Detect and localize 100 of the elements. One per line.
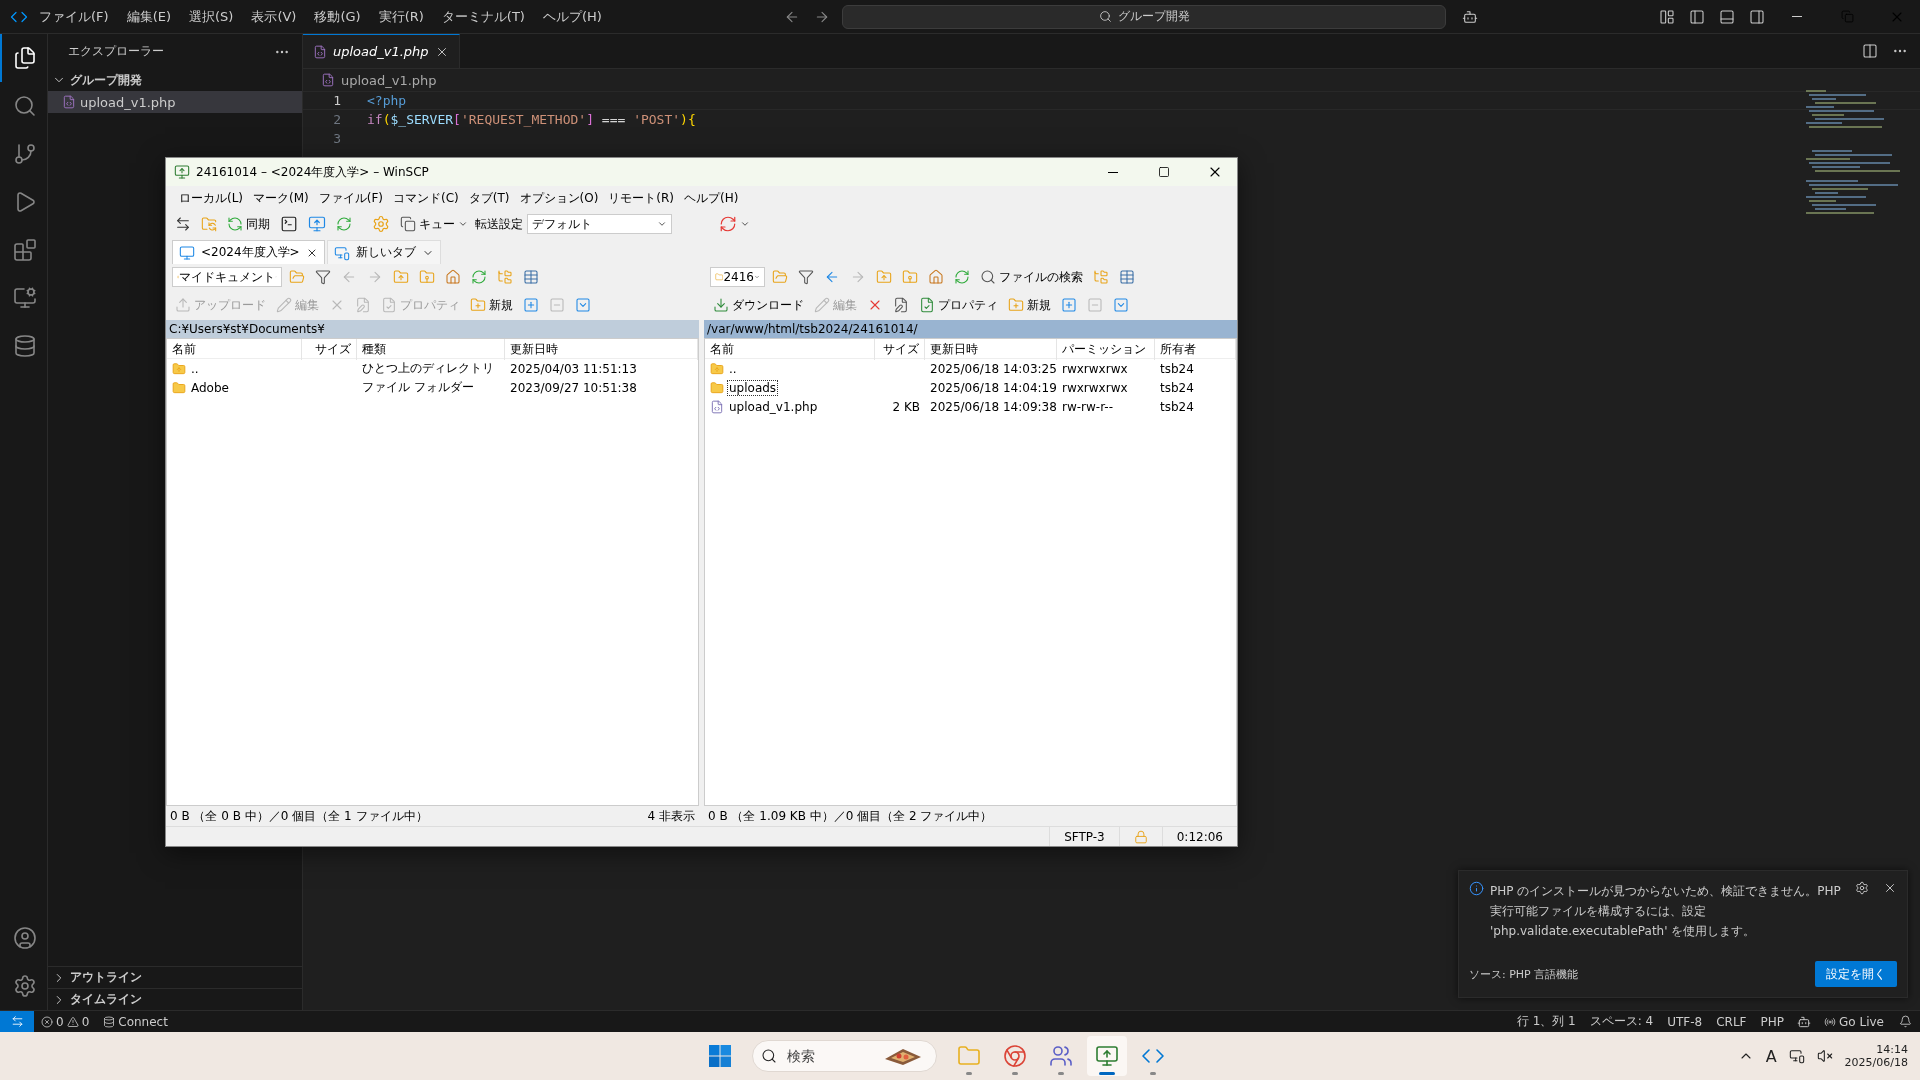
section-header[interactable]: タイムライン [70, 991, 142, 1008]
bell-icon[interactable] [1899, 1015, 1912, 1028]
file-item[interactable]: upload_v1.php [48, 91, 302, 113]
queue-button[interactable]: キュー [397, 212, 471, 236]
path-bar: /var/www/html/tsb2024/24161014/ [704, 320, 1237, 338]
column-header[interactable]: 所有者 [1155, 339, 1236, 360]
ime-indicator[interactable]: A [1765, 1046, 1777, 1066]
column-header[interactable]: サイズ [875, 339, 925, 360]
terminal-icon [280, 215, 298, 233]
menu-item[interactable]: ターミナル(T) [434, 4, 532, 29]
menu-item[interactable]: タブ(T) [463, 189, 515, 207]
editor-tab[interactable]: upload_v1.php [303, 34, 460, 68]
menu-item[interactable]: リモート(R) [603, 189, 679, 207]
transfer-icon [1095, 1044, 1119, 1068]
open-folder-icon [772, 269, 788, 285]
view-icon [1119, 269, 1135, 285]
problems-button[interactable]: 0 0 [34, 1014, 97, 1029]
clock[interactable]: 14:14 2025/06/18 [1844, 1043, 1908, 1069]
menu-item[interactable]: 表示(V) [244, 4, 304, 29]
open-settings-button[interactable]: 設定を開く [1815, 961, 1897, 987]
split-editor-icon[interactable] [1862, 43, 1878, 59]
connect-button[interactable]: Connect [96, 1014, 175, 1029]
breadcrumb[interactable]: upload_v1.php [341, 72, 437, 88]
taskbar-app[interactable] [1087, 1036, 1127, 1076]
copilot-icon[interactable] [1462, 8, 1479, 25]
new-folder-button[interactable]: 新規 [1005, 293, 1054, 317]
file-name[interactable]: Adobe [190, 380, 230, 395]
location-select[interactable]: マイドキュメント [172, 267, 282, 287]
menu-item[interactable]: オプション(O) [514, 189, 604, 207]
go-live-button[interactable]: Go Live [1817, 1014, 1891, 1029]
file-name[interactable]: .. [190, 361, 200, 376]
status-item[interactable]: PHP [1753, 1014, 1792, 1029]
database-icon [103, 1015, 116, 1028]
close-icon[interactable] [1883, 881, 1897, 895]
queue-icon [400, 216, 416, 232]
session-tab[interactable]: 新しいタブ [326, 240, 441, 264]
settings-icon [372, 215, 390, 233]
status-item[interactable]: スペース: 4 [1582, 1013, 1661, 1030]
new-folder-button[interactable]: 新規 [467, 293, 516, 317]
copilot-icon[interactable] [1797, 1014, 1812, 1029]
parent-folder-icon [172, 361, 186, 376]
column-header[interactable]: 名前 [167, 339, 302, 360]
file-name[interactable]: uploads [728, 380, 778, 395]
menu-item[interactable]: ファイル(F) [32, 4, 116, 29]
parent-folder-icon [710, 361, 724, 376]
search-icon [13, 94, 37, 118]
refresh-icon [471, 269, 487, 285]
taskbar-search[interactable]: 検索 [752, 1040, 937, 1072]
column-header[interactable]: 更新日時 [925, 339, 1057, 360]
settings-icon[interactable] [1855, 881, 1869, 895]
column-header[interactable]: パーミッション [1057, 339, 1155, 360]
properties-button[interactable]: プロパティ [916, 293, 1001, 317]
chrome-icon [1003, 1044, 1027, 1068]
menu-item[interactable]: ローカル(L) [174, 189, 249, 207]
new-folder-icon [470, 297, 486, 313]
menu-item[interactable]: ヘルプ(H) [679, 189, 744, 207]
column-header[interactable]: 種類 [357, 339, 505, 360]
menu-item[interactable]: 編集(E) [119, 4, 178, 29]
parent-folder-icon [393, 269, 409, 285]
layout-icon[interactable] [1689, 8, 1705, 25]
session-tab[interactable]: <2024年度入学> [172, 240, 325, 264]
sidebar-title: エクスプローラー [68, 43, 164, 60]
status-item[interactable]: CRLF [1709, 1014, 1754, 1029]
column-header[interactable]: 更新日時 [505, 339, 698, 360]
rename-icon [893, 297, 909, 313]
table-cell-text: ファイル フォルダー [361, 379, 475, 396]
properties-icon [381, 297, 397, 313]
location-select[interactable]: 2416 [710, 267, 765, 287]
section-header[interactable]: アウトライン [70, 969, 142, 986]
new-folder-icon [1008, 297, 1024, 313]
download-button[interactable]: ダウンロード [710, 293, 807, 317]
column-header[interactable]: サイズ [302, 339, 357, 360]
table-cell-text: 2 KB [891, 399, 921, 414]
menu-item[interactable]: 選択(S) [182, 4, 241, 29]
menu-item[interactable]: 実行(R) [371, 4, 431, 29]
column-header[interactable]: 名前 [705, 339, 875, 360]
transfer-select[interactable]: デフォルト [527, 214, 672, 234]
status-item[interactable]: 行 1、列 1 [1509, 1013, 1583, 1030]
menu-item[interactable]: ヘルプ(H) [535, 4, 609, 29]
menu-item[interactable]: コマンド(C) [388, 189, 464, 207]
file-name[interactable]: .. [728, 361, 738, 376]
search-field[interactable]: 検索 [785, 1047, 875, 1065]
layout-icon[interactable] [1659, 8, 1675, 25]
pencil-icon [814, 297, 830, 313]
file-name[interactable]: upload_v1.php [728, 399, 819, 414]
elapsed-time: 0:12:06 [1161, 827, 1237, 846]
status-item[interactable]: UTF-8 [1660, 1014, 1710, 1029]
menu-item[interactable]: 移動(G) [307, 4, 368, 29]
window-title: 24161014 – <2024年度入学> – WinSCP [196, 163, 430, 181]
search-button[interactable]: ファイルの検索 [977, 265, 1086, 289]
menu-item[interactable]: マーク(M) [248, 189, 314, 207]
network-icon[interactable] [1788, 1048, 1805, 1064]
sync-button[interactable]: 同期 [224, 212, 273, 236]
command-center[interactable]: グループ開発 [842, 4, 1447, 29]
layout-icon[interactable] [1749, 8, 1765, 25]
volume-icon[interactable] [1816, 1048, 1833, 1064]
remote-button[interactable] [0, 1011, 34, 1032]
layout-icon[interactable] [1719, 8, 1735, 25]
menu-item[interactable]: ファイル(F) [313, 189, 389, 207]
folder-name[interactable]: グループ開発 [70, 71, 142, 89]
